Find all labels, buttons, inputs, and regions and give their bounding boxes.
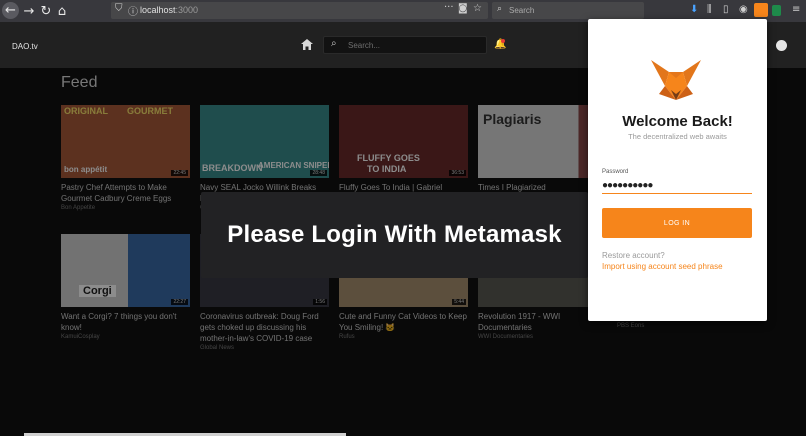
- pocket-icon[interactable]: ◙: [458, 3, 468, 14]
- import-seed-phrase-link[interactable]: Import using account seed phrase: [602, 262, 723, 271]
- search-icon: ⌕: [331, 38, 337, 49]
- metamask-title: Welcome Back!: [622, 113, 733, 130]
- search-icon: ⌕: [497, 4, 503, 14]
- browser-search-input[interactable]: ⌕ Search: [492, 2, 644, 19]
- home-icon[interactable]: [301, 39, 313, 50]
- shield-icon[interactable]: ⛉: [115, 3, 123, 14]
- info-icon[interactable]: ⓘ: [128, 3, 138, 18]
- extension-icon[interactable]: [772, 5, 781, 16]
- search-placeholder: Search...: [348, 41, 381, 50]
- sidebar-icon[interactable]: ▯: [723, 4, 729, 15]
- account-icon[interactable]: ◉: [739, 4, 748, 15]
- more-icon[interactable]: ···: [444, 2, 454, 13]
- star-icon[interactable]: ☆: [473, 3, 482, 14]
- login-message: Please Login With Metamask: [227, 221, 562, 248]
- library-icon[interactable]: ⫼: [707, 4, 712, 15]
- metamask-subtitle: The decentralized web awaits: [628, 132, 727, 141]
- password-label: Password: [602, 169, 629, 175]
- restore-account-text: Restore account?: [602, 251, 665, 260]
- home-icon[interactable]: ⌂: [54, 3, 70, 19]
- metamask-fox-logo: [651, 60, 701, 100]
- password-field[interactable]: ●●●●●●●●●●: [602, 179, 752, 194]
- back-icon[interactable]: ←: [2, 2, 19, 19]
- metamask-popup: Welcome Back! The decentralized web awai…: [588, 19, 767, 321]
- user-account-icon[interactable]: [776, 40, 787, 51]
- app-logo[interactable]: DAO.tv: [12, 42, 38, 51]
- metamask-fox-icon[interactable]: [754, 3, 768, 17]
- login-button[interactable]: LOG IN: [602, 208, 752, 238]
- url-text: localhost:3000: [140, 5, 199, 15]
- notification-dot: [501, 39, 505, 43]
- forward-icon[interactable]: →: [21, 3, 37, 19]
- search-placeholder: Search: [509, 6, 535, 15]
- download-icon[interactable]: ⬇: [690, 4, 698, 15]
- url-bar[interactable]: ⛉ ⓘ localhost:3000 ··· ◙ ☆: [111, 2, 488, 19]
- menu-icon[interactable]: ≡: [792, 4, 800, 15]
- reload-icon[interactable]: ↻: [38, 3, 54, 19]
- login-required-modal: Please Login With Metamask: [201, 192, 588, 278]
- app-search-input[interactable]: ⌕ Search...: [323, 36, 487, 54]
